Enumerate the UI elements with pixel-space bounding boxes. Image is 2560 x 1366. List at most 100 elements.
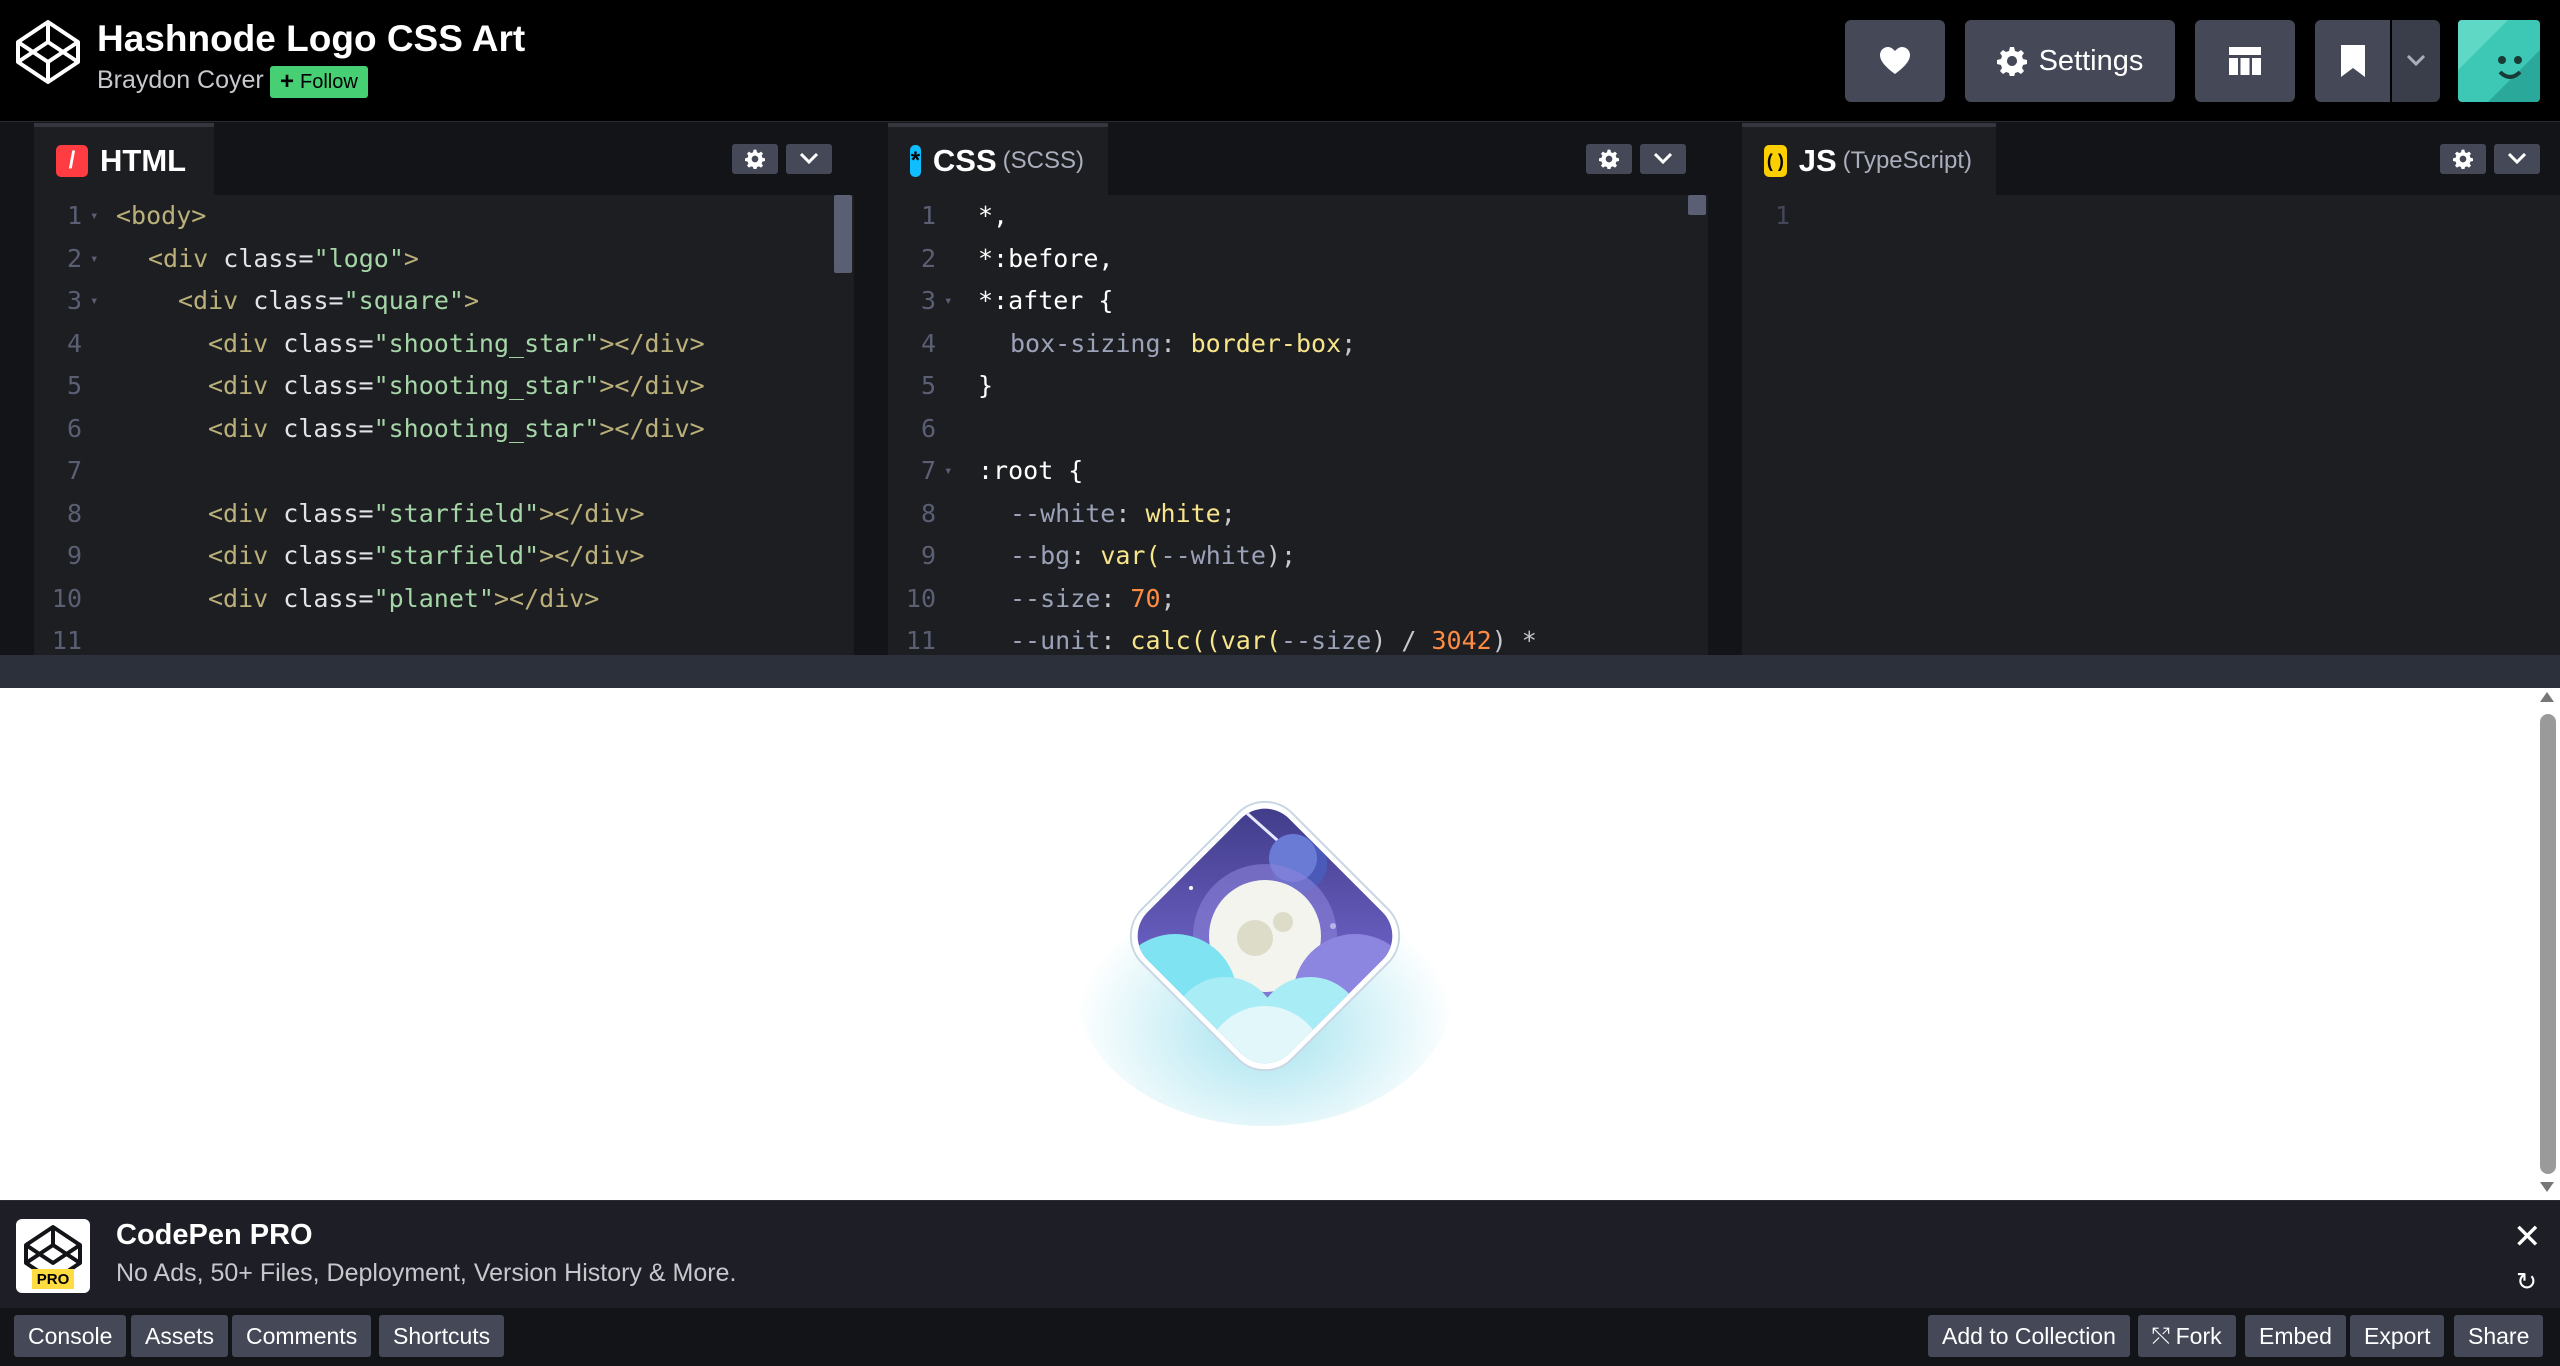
html-icon: / [56,145,88,177]
html-scrollbar[interactable] [834,195,852,273]
gear-icon [2453,149,2473,169]
author-name[interactable]: Braydon Coyer [97,66,264,95]
comments-button[interactable]: Comments [232,1315,372,1357]
code-line: 2 *:before, [920,243,1114,273]
code-line: 1 [1774,201,1790,230]
assets-button[interactable]: Assets [131,1315,229,1357]
bookmark-button[interactable] [2315,20,2390,102]
html-collapse-button[interactable] [786,144,832,174]
js-editor: ( ) JS (TypeScript) 1 [1742,123,2560,655]
pro-badge: PRO [37,1271,70,1288]
editor-area: / HTML 1 ▾ <body> 2 ▾ <div class="logo"> 3 ▾ <… [0,123,2560,655]
code-line: 10 <div class="planet"></div> [51,583,600,613]
css-editor: * CSS (SCSS) 1 *, 2 *:before, 3 ▾ *:after { … [888,123,1708,655]
change-view-button[interactable] [2195,20,2295,102]
plus-icon: + [280,68,295,95]
code-line: 5 <div class="shooting_star"></div> [66,371,705,400]
css-settings-button[interactable] [1586,144,1632,174]
code-line: 4 <div class="shooting_star"></div> [66,328,705,358]
code-line: 5} [920,371,994,400]
love-button[interactable] [1845,20,1945,102]
pro-banner: PRO CodePen PRO No Ads, 50+ Files, Deplo… [0,1200,2560,1308]
pro-title[interactable]: CodePen PRO [116,1219,313,1252]
code-line: 7 [66,456,82,485]
add-to-collection-button[interactable]: Add to Collection [1928,1315,2130,1357]
html-code[interactable]: 1 ▾ <body> 2 ▾ <div class="logo"> 3 ▾ <div cla… [34,195,854,655]
hashnode-logo-artwork [1075,794,1455,1126]
preview-scrollbar[interactable] [2534,688,2560,1200]
bookmark-dropdown-button[interactable] [2392,20,2440,102]
js-tab-bar: ( ) JS (TypeScript) [1742,123,2560,195]
code-line: 6 [920,413,936,443]
fold-icon[interactable]: ▾ [90,238,98,281]
html-settings-button[interactable] [732,144,778,174]
user-avatar[interactable] [2458,20,2540,102]
code-line: 2 ▾ <div class="logo"> [34,238,854,281]
close-icon[interactable]: ✕ [2513,1217,2542,1257]
js-icon: ( ) [1764,145,1787,177]
fold-icon[interactable]: ▾ [944,280,952,323]
code-line: 10 --size: 70; [905,583,1176,613]
tab-js[interactable]: ( ) JS (TypeScript) [1742,123,1996,195]
follow-button[interactable]: + Follow [270,66,368,98]
gear-icon [1599,149,1619,169]
tab-html[interactable]: / HTML [34,123,214,195]
tab-sublabel: (TypeScript) [1842,147,1972,174]
css-scrollbar[interactable] [1688,195,1706,215]
fold-icon[interactable]: ▾ [90,195,98,238]
follow-label: Follow [300,70,358,93]
code-line: 8 <div class="starfield"></div> [66,498,645,528]
css-tab-bar: * CSS (SCSS) [888,123,1708,195]
tab-label: HTML [100,143,187,178]
scroll-up-icon[interactable] [2540,692,2554,702]
code-line: 1 ▾ <body> [34,195,854,238]
chevron-down-icon [1654,153,1672,165]
code-line: 8 --white: white; [920,498,1236,528]
editor-divider[interactable] [1708,123,1742,655]
fold-icon[interactable]: ▾ [90,280,98,323]
tab-css[interactable]: * CSS (SCSS) [888,123,1108,195]
gear-icon [745,149,765,169]
layout-icon [2229,47,2261,75]
js-collapse-button[interactable] [2494,144,2540,174]
chevron-down-icon [2508,153,2526,165]
code-line: 4 box-sizing: border-box; [920,328,1357,358]
js-code[interactable]: 1 [1742,195,2560,655]
html-tab-bar: / HTML [34,123,854,195]
fork-button[interactable]: ⤲ Fork [2138,1315,2236,1357]
fold-icon[interactable]: ▾ [944,450,952,493]
fork-icon: ⤲ [2152,1323,2170,1348]
css-code[interactable]: 1 *, 2 *:before, 3 ▾ *:after { 4 box-sizing: … [888,195,1708,655]
console-button[interactable]: Console [14,1315,127,1357]
js-settings-button[interactable] [2440,144,2486,174]
code-line: 3 ▾ *:after { [888,280,1708,323]
css-collapse-button[interactable] [1640,144,1686,174]
code-line: 7 ▾:root { [888,450,1708,493]
scroll-down-icon[interactable] [2540,1182,2554,1192]
export-button[interactable]: Export [2350,1315,2445,1357]
header: Hashnode Logo CSS Art Braydon Coyer + Fo… [0,0,2560,122]
result-preview[interactable] [0,688,2560,1200]
chevron-down-icon [2407,55,2425,67]
preview-resizer[interactable] [0,655,2560,688]
editor-divider[interactable] [0,123,34,655]
embed-button[interactable]: Embed [2245,1315,2346,1357]
settings-label: Settings [2038,44,2144,77]
refresh-icon[interactable]: ↻ [2516,1267,2537,1297]
shortcuts-button[interactable]: Shortcuts [379,1315,505,1357]
settings-button[interactable]: Settings [1965,20,2175,102]
codepen-logo-icon[interactable] [14,18,82,86]
code-line: 3 ▾ <div class="square"> [34,280,854,323]
fork-label: Fork [2175,1322,2222,1349]
gear-icon [1996,47,2027,76]
html-editor: / HTML 1 ▾ <body> 2 ▾ <div class="logo"> 3 ▾ <… [34,123,854,655]
code-line: 1 *, [920,201,1009,230]
preview-scroll-thumb[interactable] [2540,714,2556,1174]
pen-title[interactable]: Hashnode Logo CSS Art [97,18,525,60]
code-line: 11 [51,626,82,655]
editor-divider[interactable] [854,123,888,655]
chevron-down-icon [800,153,818,165]
code-line: 9 <div class="starfield"></div> [66,541,645,570]
share-button[interactable]: Share [2454,1315,2544,1357]
code-line: 6 <div class="shooting_star"></div> [66,413,705,443]
